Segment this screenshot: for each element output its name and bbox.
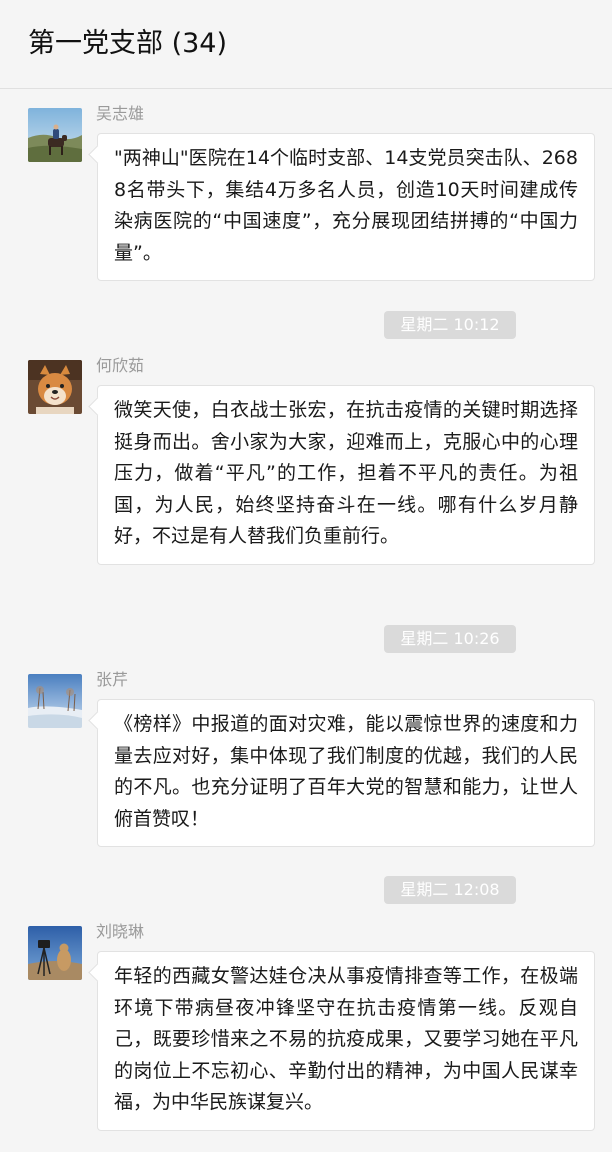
group-title: 第一党支部 (34) (28, 28, 228, 59)
timestamp-label: 星期二 12:08 (384, 876, 516, 904)
avatar[interactable] (28, 108, 82, 162)
avatar[interactable] (28, 674, 82, 728)
sender-name: 吴志雄 (96, 104, 145, 123)
shiba-dog-photo-icon (28, 360, 82, 414)
message-bubble[interactable]: 《榜样》中报道的面对灾难，能以震惊世界的速度和力量去应对好，集中体现了我们制度的… (97, 699, 595, 847)
message-bubble[interactable]: "两神山"医院在14个临时支部、14支党员突击队、2688名带头下，集结4万多名… (97, 133, 595, 281)
sender-name: 张芹 (96, 670, 129, 689)
timestamp-label: 星期二 10:12 (384, 311, 516, 339)
sender-name: 何欣茹 (96, 356, 145, 375)
camera-tripod-photo-icon (28, 926, 82, 980)
sender-name: 刘晓琳 (96, 922, 145, 941)
horse-rider-photo-icon (28, 108, 82, 162)
chat-header: 第一党支部 (34) (0, 0, 612, 89)
timestamp-label: 星期二 10:26 (384, 625, 516, 653)
winter-landscape-photo-icon (28, 674, 82, 728)
avatar[interactable] (28, 360, 82, 414)
message-bubble[interactable]: 年轻的西藏女警达娃仓决从事疫情排查等工作，在极端环境下带病昼夜冲锋坚守在抗击疫情… (97, 951, 595, 1131)
message-bubble[interactable]: 微笑天使，白衣战士张宏，在抗击疫情的关键时期选择挺身而出。舍小家为大家，迎难而上… (97, 385, 595, 565)
avatar[interactable] (28, 926, 82, 980)
message-list[interactable]: 吴志雄 "两神山"医院在14个临时支部、14支党员突击队、2688名带头下，集结… (0, 89, 612, 1152)
